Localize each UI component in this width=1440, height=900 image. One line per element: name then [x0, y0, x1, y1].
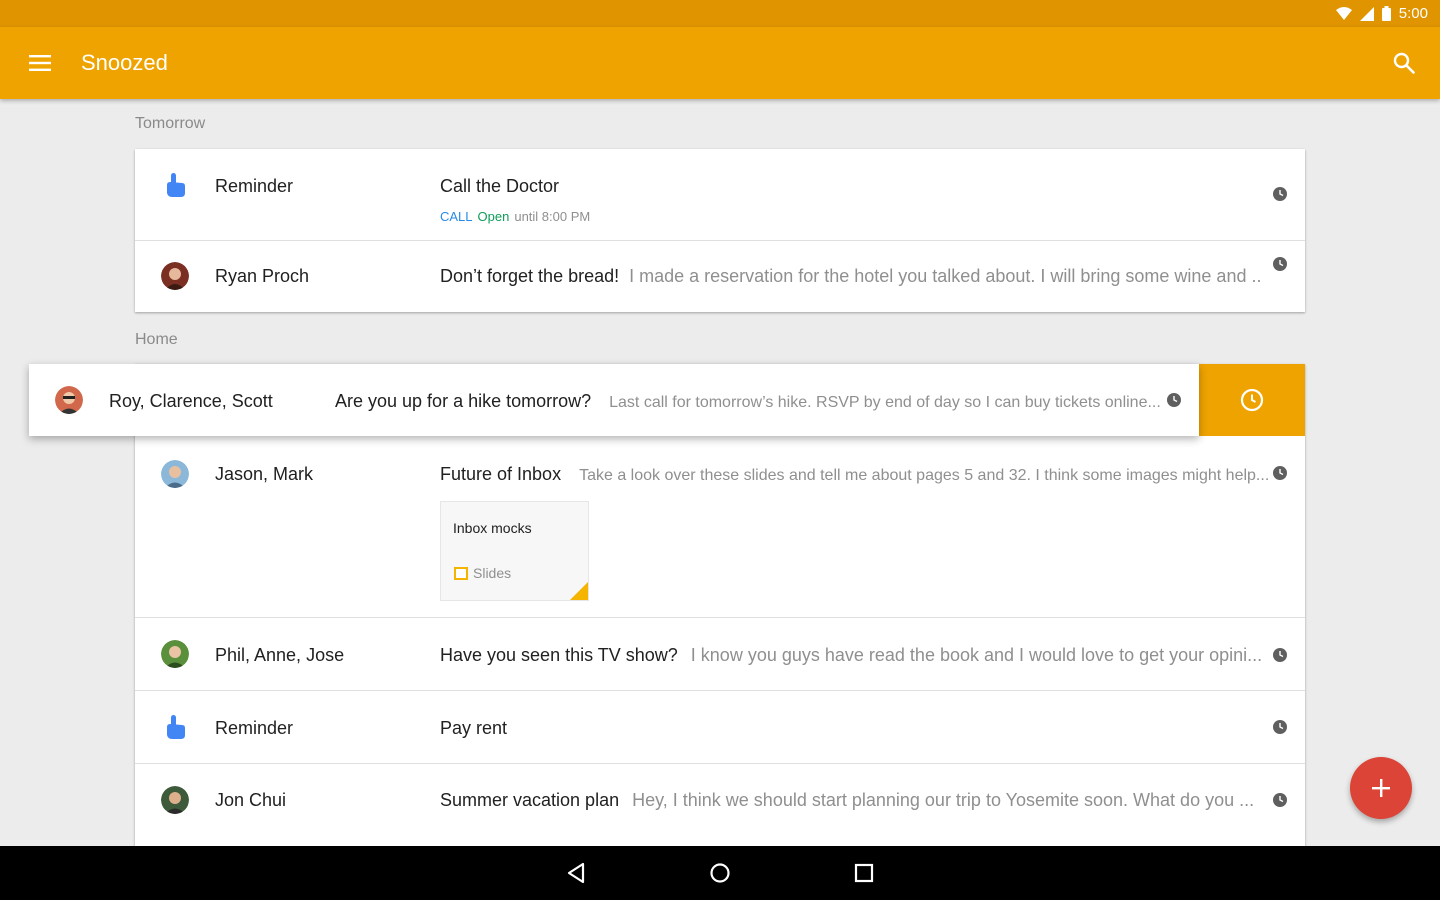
- subject: Future of Inbox: [440, 464, 561, 484]
- recents-button[interactable]: [851, 860, 877, 886]
- subject-line: Are you up for a hike tomorrow? Last call…: [335, 391, 1161, 412]
- snippet: I made a reservation for the hotel you t…: [629, 266, 1261, 286]
- clock-icon[interactable]: [1273, 187, 1287, 201]
- list-item[interactable]: Jon Chui Summer vacation plan Hey, I thin…: [135, 764, 1305, 836]
- swiped-list-item[interactable]: Roy, Clarence, Scott Are you up for a hi…: [29, 364, 1199, 436]
- attachment-type: Slides: [473, 565, 511, 581]
- plus-icon: [1371, 778, 1391, 798]
- sender-name: Reminder: [215, 718, 293, 739]
- snippet: Hey, I think we should start planning ou…: [632, 790, 1254, 810]
- avatar: [161, 640, 189, 668]
- signal-icon: [1360, 7, 1374, 21]
- avatar: [161, 786, 189, 814]
- page-fold-icon: [570, 582, 588, 600]
- open-status: Open: [478, 209, 510, 224]
- attachment-title: Inbox mocks: [453, 520, 532, 536]
- tomorrow-card: Reminder Call the Doctor CALL Open until 8…: [135, 149, 1305, 312]
- pointing-hand-icon: [161, 171, 189, 199]
- sender-name: Phil, Anne, Jose: [215, 645, 344, 666]
- subject: Summer vacation plan: [440, 790, 619, 810]
- avatar: [55, 386, 83, 414]
- subject: Call the Doctor: [440, 176, 559, 197]
- home-card: Jason, Mark Future of Inbox Take a look o…: [135, 364, 1305, 854]
- subject-line: Have you seen this TV show? I know you gu…: [440, 645, 1262, 666]
- battery-icon: [1382, 6, 1391, 21]
- sender-name: Roy, Clarence, Scott: [109, 391, 273, 412]
- sender-name: Reminder: [215, 176, 293, 197]
- attachment-card[interactable]: Inbox mocks Slides: [440, 501, 589, 601]
- clock-time: 5:00: [1399, 5, 1428, 22]
- subject: Have you seen this TV show?: [440, 645, 678, 665]
- subject: Don’t forget the bread!: [440, 266, 619, 286]
- open-until: until 8:00 PM: [514, 209, 590, 224]
- subject: Are you up for a hike tomorrow?: [335, 391, 591, 411]
- subject-line: Don’t forget the bread! I made a reservat…: [440, 266, 1261, 287]
- clock-icon[interactable]: [1273, 720, 1287, 734]
- section-label-tomorrow: Tomorrow: [135, 115, 205, 133]
- sender-name: Jon Chui: [215, 790, 286, 811]
- subject-line: Summer vacation plan Hey, I think we shou…: [440, 790, 1254, 811]
- clock-icon: [1240, 388, 1264, 412]
- clock-icon[interactable]: [1167, 393, 1181, 407]
- snooze-swipe-action[interactable]: [1199, 364, 1305, 436]
- call-link[interactable]: CALL: [440, 209, 473, 224]
- status-bar: 5:00: [0, 0, 1440, 27]
- avatar: [161, 460, 189, 488]
- menu-icon: [29, 55, 51, 71]
- recents-square-icon: [854, 863, 874, 883]
- subject: Pay rent: [440, 718, 507, 739]
- snippet: I know you guys have read the book and I…: [691, 645, 1262, 665]
- snippet: Take a look over these slides and tell m…: [579, 467, 1269, 484]
- page-title: Snoozed: [81, 50, 168, 76]
- wifi-icon: [1336, 7, 1352, 21]
- clock-icon[interactable]: [1273, 793, 1287, 807]
- snippet: Last call for tomorrow’s hike. RSVP by e…: [609, 394, 1161, 411]
- list-item[interactable]: Phil, Anne, Jose Have you seen this TV s…: [135, 618, 1305, 691]
- avatar: [161, 262, 189, 290]
- list-item[interactable]: Jason, Mark Future of Inbox Take a look o…: [135, 436, 1305, 618]
- app-bar: Snoozed: [0, 27, 1440, 99]
- slides-icon: [454, 567, 468, 580]
- sender-name: Ryan Proch: [215, 266, 309, 287]
- compose-button[interactable]: [1350, 757, 1412, 819]
- clock-icon[interactable]: [1273, 648, 1287, 662]
- list-item[interactable]: Reminder Pay rent: [135, 691, 1305, 764]
- reminder-actions: CALL Open until 8:00 PM: [440, 209, 590, 224]
- sender-name: Jason, Mark: [215, 464, 313, 485]
- list-item[interactable]: Reminder Call the Doctor CALL Open until 8…: [135, 149, 1305, 241]
- home-circle-icon: [709, 862, 731, 884]
- pointing-hand-icon: [161, 713, 189, 741]
- search-icon: [1393, 52, 1415, 74]
- back-triangle-icon: [566, 862, 586, 884]
- search-button[interactable]: [1386, 45, 1422, 81]
- section-label-home: Home: [135, 331, 178, 349]
- system-nav-bar: [0, 846, 1440, 900]
- subject-line: Future of Inbox Take a look over these sl…: [440, 464, 1269, 485]
- clock-icon[interactable]: [1273, 466, 1287, 480]
- clock-icon[interactable]: [1273, 257, 1287, 271]
- back-button[interactable]: [563, 860, 589, 886]
- home-button[interactable]: [707, 860, 733, 886]
- list-item[interactable]: Ryan Proch Don’t forget the bread! I made…: [135, 241, 1305, 312]
- menu-button[interactable]: [0, 27, 80, 99]
